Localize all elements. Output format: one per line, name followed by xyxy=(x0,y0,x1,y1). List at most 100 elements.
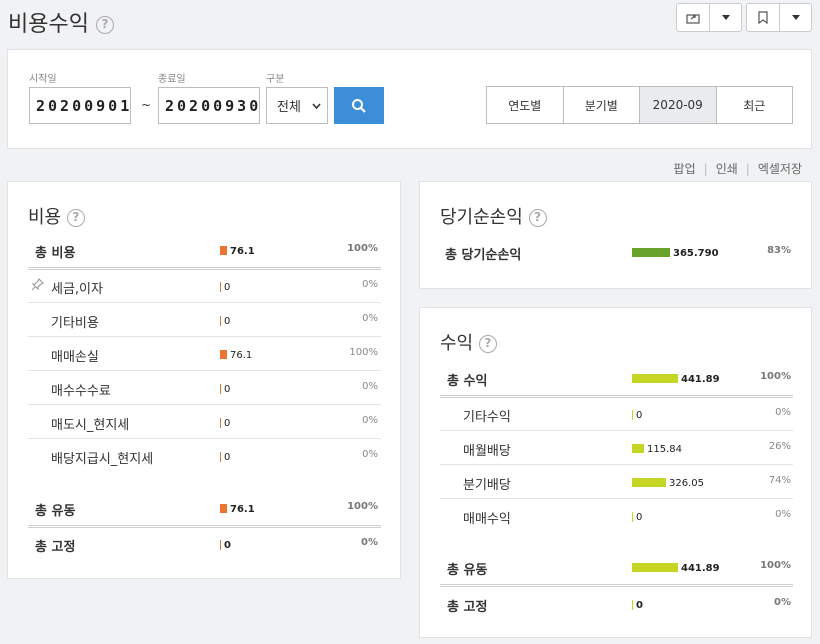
type-label: 구분 xyxy=(266,74,285,85)
net-income-percent: 83% xyxy=(767,245,791,256)
revenue-title: 수익 ? xyxy=(440,329,497,355)
revenue-bar xyxy=(632,563,678,572)
popup-link[interactable]: 팝업 xyxy=(674,162,696,176)
revenue-percent: 0% xyxy=(774,597,791,608)
expense-value: 0 xyxy=(224,316,231,327)
chevron-down-icon xyxy=(791,15,800,20)
print-link[interactable]: 인쇄 xyxy=(716,162,738,176)
revenue-row: 총 유동 441.89 100% xyxy=(420,557,813,578)
help-icon[interactable]: ? xyxy=(478,335,497,353)
revenue-label: 총 고정 xyxy=(447,600,488,615)
divider xyxy=(440,584,793,587)
net-income-row: 총 당기순손익 365.790 83% xyxy=(420,242,813,263)
expense-bar xyxy=(220,281,221,292)
filter-panel: 시작일 20200901 ~ 종료일 20200930 구분 전체 연도별 분기… xyxy=(7,49,812,149)
revenue-value: 0 xyxy=(636,410,643,421)
revenue-value: 441.89 xyxy=(681,374,720,385)
help-icon[interactable]: ? xyxy=(95,16,114,34)
tab-month[interactable]: 2020-09 xyxy=(639,87,716,123)
expense-percent: 100% xyxy=(347,243,378,254)
net-income-title: 당기순손익 ? xyxy=(440,203,547,229)
net-income-label: 총 당기순손익 xyxy=(445,248,522,263)
type-select[interactable]: 전체 xyxy=(266,87,328,124)
revenue-bar xyxy=(632,599,633,610)
share-icon xyxy=(686,13,700,24)
expense-title: 비용 ? xyxy=(28,203,85,229)
expense-label: 총 고정 xyxy=(35,540,76,555)
bookmark-dropdown-button[interactable] xyxy=(779,4,811,31)
revenue-value: 0 xyxy=(636,512,643,523)
revenue-title-text: 수익 xyxy=(440,333,474,354)
expense-value: 76.1 xyxy=(230,350,253,361)
expense-label: 매매손실 xyxy=(51,350,99,365)
share-dropdown-button[interactable] xyxy=(709,4,741,31)
page-title: 비용수익 ? xyxy=(8,6,114,38)
expense-bar xyxy=(220,315,221,326)
net-income-panel: 당기순손익 ? 총 당기순손익 365.790 83% xyxy=(419,181,812,289)
pin-icon[interactable] xyxy=(31,278,44,294)
expense-value: 0 xyxy=(224,418,231,429)
net-income-value: 365.790 xyxy=(673,248,719,259)
expense-panel: 비용 ? 총 비용 76.1 100% 세금,이자 0 0% 기타비용 0 0% 매매손실 76.1… xyxy=(7,181,401,579)
bookmark-button[interactable] xyxy=(747,4,779,31)
revenue-label: 매매수익 xyxy=(463,512,511,527)
expense-percent: 0% xyxy=(362,313,378,324)
revenue-value: 441.89 xyxy=(681,563,720,574)
revenue-percent: 100% xyxy=(760,371,791,382)
revenue-panel: 수익 ? 총 수익 441.89 100% 기타수익 0 0% 매월배당 115.84 26% 분… xyxy=(419,307,812,638)
expense-row: 총 비용 76.1 100% xyxy=(8,240,402,261)
divider xyxy=(28,370,381,371)
expense-bar xyxy=(220,246,227,255)
expense-percent: 0% xyxy=(362,381,378,392)
expense-label: 배당지급시_현지세 xyxy=(51,452,154,467)
tab-recent[interactable]: 최근 xyxy=(715,87,793,123)
divider xyxy=(28,267,381,270)
expense-row: 기타비용 0 0% xyxy=(8,310,402,331)
end-date-input[interactable]: 20200930 xyxy=(158,87,260,124)
tab-quarterly[interactable]: 분기별 xyxy=(562,87,640,123)
divider xyxy=(28,525,381,528)
expense-row: 총 유동 76.1 100% xyxy=(8,498,402,519)
end-date-label: 종료일 xyxy=(158,74,186,85)
expense-row: 세금,이자 0 0% xyxy=(8,276,402,297)
search-button[interactable] xyxy=(334,87,384,124)
action-links: 팝업 | 인쇄 | 엑셀저장 xyxy=(673,162,802,176)
start-date-input[interactable]: 20200901 xyxy=(29,87,131,124)
revenue-label: 총 수익 xyxy=(447,374,488,389)
expense-label: 기타비용 xyxy=(51,316,99,331)
revenue-value: 0 xyxy=(636,600,643,611)
divider xyxy=(440,430,793,431)
divider xyxy=(440,395,793,398)
expense-row: 매매손실 76.1 100% xyxy=(8,344,402,365)
expense-bar xyxy=(220,504,227,513)
expense-label: 세금,이자 xyxy=(51,282,103,297)
expense-percent: 100% xyxy=(349,347,378,358)
revenue-label: 기타수익 xyxy=(463,410,511,425)
revenue-row: 기타수익 0 0% xyxy=(420,404,813,425)
expense-value: 0 xyxy=(224,452,231,463)
search-icon xyxy=(352,98,366,113)
revenue-bar xyxy=(632,374,678,383)
expense-bar xyxy=(220,417,221,428)
net-income-title-text: 당기순손익 xyxy=(440,207,523,228)
tab-yearly[interactable]: 연도별 xyxy=(487,87,563,123)
type-select-value: 전체 xyxy=(277,100,301,115)
divider xyxy=(28,302,381,303)
help-icon[interactable]: ? xyxy=(66,209,85,227)
expense-value: 0 xyxy=(224,540,231,551)
revenue-row: 분기배당 326.05 74% xyxy=(420,472,813,493)
expense-label: 매수수수료 xyxy=(51,384,111,399)
expense-row: 매수수수료 0 0% xyxy=(8,378,402,399)
divider xyxy=(28,404,381,405)
bookmark-button-group xyxy=(746,3,812,32)
expense-bar xyxy=(220,350,227,359)
share-button[interactable] xyxy=(677,4,709,31)
help-icon[interactable]: ? xyxy=(528,209,547,227)
expense-label: 총 비용 xyxy=(35,246,76,261)
revenue-bar xyxy=(632,409,633,420)
net-income-bar xyxy=(632,248,670,257)
expense-row: 매도시_현지세 0 0% xyxy=(8,412,402,433)
expense-value: 0 xyxy=(224,282,231,293)
divider xyxy=(28,336,381,337)
excel-save-link[interactable]: 엑셀저장 xyxy=(758,162,802,176)
